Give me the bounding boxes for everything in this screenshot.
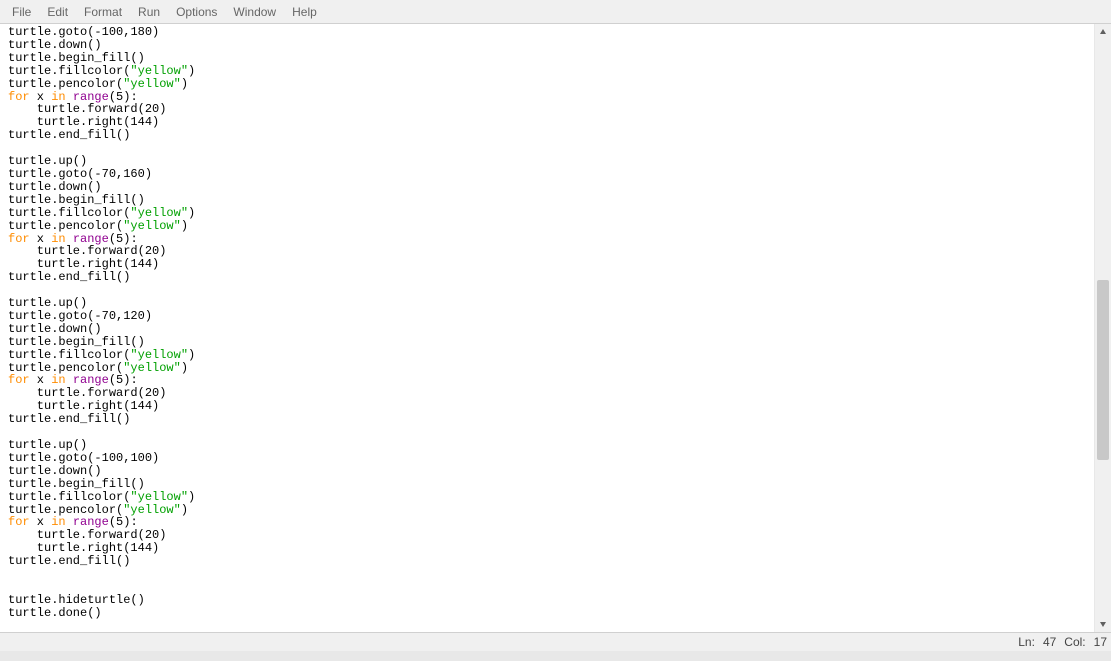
menu-edit[interactable]: Edit: [39, 4, 76, 20]
scrollbar-thumb[interactable]: [1097, 280, 1109, 460]
menu-window[interactable]: Window: [225, 4, 284, 20]
code-line[interactable]: turtle.end_fill(): [8, 271, 1086, 284]
scroll-up-icon[interactable]: [1095, 24, 1111, 40]
code-line[interactable]: turtle.end_fill(): [8, 413, 1086, 426]
code-line[interactable]: [8, 284, 1086, 297]
code-line[interactable]: turtle.up(): [8, 297, 1086, 310]
code-line[interactable]: [8, 142, 1086, 155]
vertical-scrollbar[interactable]: [1094, 24, 1111, 632]
code-line[interactable]: turtle.pencolor("yellow"): [8, 220, 1086, 233]
code-line[interactable]: turtle.done(): [8, 607, 1086, 620]
code-line[interactable]: turtle.right(144): [8, 400, 1086, 413]
code-line[interactable]: turtle.forward(20): [8, 103, 1086, 116]
menu-help[interactable]: Help: [284, 4, 325, 20]
status-line-value: 47: [1043, 635, 1056, 649]
code-line[interactable]: for x in range(5):: [8, 516, 1086, 529]
code-line[interactable]: turtle.goto(-100,100): [8, 452, 1086, 465]
code-line[interactable]: turtle.right(144): [8, 258, 1086, 271]
code-line[interactable]: turtle.down(): [8, 181, 1086, 194]
status-bar: Ln: 47 Col: 17: [0, 633, 1111, 651]
code-line[interactable]: for x in range(5):: [8, 233, 1086, 246]
code-line[interactable]: [8, 426, 1086, 439]
code-line[interactable]: turtle.hideturtle(): [8, 594, 1086, 607]
code-line[interactable]: turtle.up(): [8, 155, 1086, 168]
code-line[interactable]: [8, 581, 1086, 594]
idle-window: File Edit Format Run Options Window Help…: [0, 0, 1111, 661]
code-line[interactable]: turtle.pencolor("yellow"): [8, 362, 1086, 375]
code-line[interactable]: turtle.forward(20): [8, 245, 1086, 258]
code-line[interactable]: turtle.end_fill(): [8, 555, 1086, 568]
code-line[interactable]: turtle.pencolor("yellow"): [8, 504, 1086, 517]
menu-options[interactable]: Options: [168, 4, 225, 20]
code-line[interactable]: turtle.down(): [8, 465, 1086, 478]
scrollbar-track[interactable]: [1095, 40, 1111, 616]
bottom-strip: [0, 651, 1111, 661]
status-line-label: Ln:: [1018, 635, 1035, 649]
scroll-down-icon[interactable]: [1095, 616, 1111, 632]
code-line[interactable]: turtle.forward(20): [8, 529, 1086, 542]
code-line[interactable]: turtle.up(): [8, 439, 1086, 452]
code-line[interactable]: [8, 620, 1086, 632]
code-line[interactable]: turtle.down(): [8, 39, 1086, 52]
menu-run[interactable]: Run: [130, 4, 168, 20]
code-line[interactable]: [8, 568, 1086, 581]
menubar: File Edit Format Run Options Window Help: [0, 0, 1111, 24]
code-line[interactable]: turtle.goto(-70,160): [8, 168, 1086, 181]
menu-file[interactable]: File: [4, 4, 39, 20]
code-line[interactable]: turtle.goto(-70,120): [8, 310, 1086, 323]
status-col-value: 17: [1094, 635, 1107, 649]
code-line[interactable]: turtle.right(144): [8, 116, 1086, 129]
status-col-label: Col:: [1064, 635, 1085, 649]
code-line[interactable]: turtle.goto(-100,180): [8, 26, 1086, 39]
code-line[interactable]: turtle.right(144): [8, 542, 1086, 555]
code-line[interactable]: turtle.forward(20): [8, 387, 1086, 400]
code-line[interactable]: turtle.end_fill(): [8, 129, 1086, 142]
code-editor[interactable]: turtle.goto(-100,180)turtle.down()turtle…: [0, 24, 1094, 632]
code-line[interactable]: turtle.down(): [8, 323, 1086, 336]
menu-format[interactable]: Format: [76, 4, 130, 20]
code-line[interactable]: for x in range(5):: [8, 91, 1086, 104]
editor-area: turtle.goto(-100,180)turtle.down()turtle…: [0, 24, 1111, 632]
code-line[interactable]: for x in range(5):: [8, 374, 1086, 387]
code-line[interactable]: turtle.pencolor("yellow"): [8, 78, 1086, 91]
